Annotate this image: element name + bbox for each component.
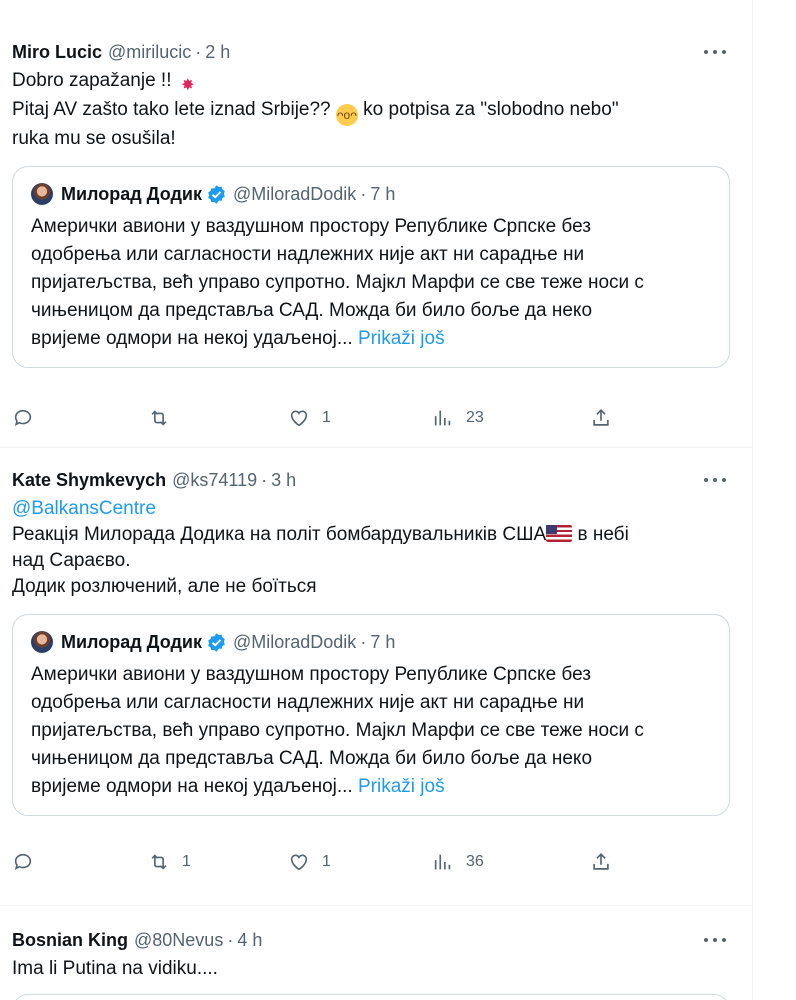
reply-button[interactable] bbox=[12, 407, 34, 429]
repost-icon bbox=[151, 410, 167, 426]
mention-link[interactable]: @BalkansCentre bbox=[12, 496, 740, 522]
quoted-text-line: чињеницом да представља САД. Можда би би… bbox=[31, 300, 593, 321]
tweet-text-line: Реакція Милорада Додика на політ бомбард… bbox=[12, 524, 547, 545]
views-count: 23 bbox=[466, 409, 484, 426]
separator-dot: · bbox=[227, 930, 234, 950]
like-count: 1 bbox=[322, 853, 331, 870]
like-button[interactable]: 1 bbox=[288, 407, 331, 429]
separator-dot: · bbox=[261, 470, 268, 490]
quoted-author-handle: @MiloradDodik bbox=[233, 631, 357, 652]
like-button[interactable]: 1 bbox=[288, 851, 331, 873]
quoted-text-line: пријатељства, већ управо супротно. Мајкл… bbox=[31, 720, 644, 741]
separator-dot: · bbox=[360, 631, 367, 652]
quoted-tweet-text: Амерички авиони у ваздушном простору Реп… bbox=[31, 661, 711, 801]
quoted-author-handle: @MiloradDodik bbox=[233, 183, 357, 204]
author-name[interactable]: Bosnian King bbox=[12, 928, 128, 952]
views-button[interactable]: 36 bbox=[432, 851, 484, 873]
author-name[interactable]: Miro Lucic bbox=[12, 40, 102, 64]
quoted-text-line: Амерички авиони у ваздушном простору Реп… bbox=[31, 216, 591, 237]
quoted-text-line: одобрења или сагласности надлежних није … bbox=[31, 244, 585, 265]
tweet-text-line: ko potpisa za "slobodno nebo" bbox=[357, 99, 619, 120]
tweet-header: Bosnian King @80Nevus · 4 h bbox=[12, 928, 740, 952]
quoted-timestamp: 7 h bbox=[370, 631, 396, 652]
tweet-text-line: Dobro zapažanje !! bbox=[12, 70, 177, 91]
tweet-text-line: ruka mu se osušila! bbox=[12, 128, 176, 149]
author-name[interactable]: Kate Shymkevych bbox=[12, 468, 166, 492]
timestamp[interactable]: 3 h bbox=[271, 468, 296, 492]
repost-button[interactable]: 1 bbox=[148, 851, 191, 873]
author-handle[interactable]: @ks74119 bbox=[172, 468, 257, 492]
heart-icon bbox=[290, 854, 308, 871]
quoted-text-line: вријеме одмори на некој удаљеној... bbox=[31, 328, 358, 349]
reply-icon bbox=[14, 853, 32, 871]
tweet[interactable]: Miro Lucic @mirilucic · 2 h Dobro zapaža… bbox=[0, 0, 752, 448]
show-more-link[interactable]: Prikaži još bbox=[358, 328, 445, 349]
tweet-text-line: Pitaj AV zašto tako lete iznad Srbije?? bbox=[12, 99, 336, 120]
share-button[interactable] bbox=[590, 851, 612, 873]
views-count: 36 bbox=[466, 853, 484, 870]
avatar[interactable] bbox=[31, 631, 53, 653]
repost-icon bbox=[151, 854, 167, 870]
quoted-tweet-text: Амерички авиони у ваздушном простору Реп… bbox=[31, 213, 711, 353]
timestamp[interactable]: 4 h bbox=[237, 928, 262, 952]
more-dots-icon[interactable] bbox=[704, 40, 726, 64]
repost-button[interactable] bbox=[148, 407, 170, 429]
tweet-text-line: Ima li Putina na vidiku.... bbox=[12, 958, 218, 979]
quoted-text-line: Амерички авиони у ваздушном простору Реп… bbox=[31, 664, 591, 685]
more-dots-icon[interactable] bbox=[704, 468, 726, 492]
tweet-text: Ima li Putina na vidiku.... bbox=[12, 956, 740, 982]
views-icon bbox=[434, 854, 451, 870]
quoted-timestamp: 7 h bbox=[370, 183, 396, 204]
verified-badge-icon bbox=[208, 184, 225, 204]
screaming-face-emoji-icon: ᴖoᴖ bbox=[335, 104, 358, 126]
tweet-actions: 1 1 36 bbox=[12, 848, 616, 876]
author-handle[interactable]: @mirilucic bbox=[108, 40, 191, 64]
quoted-author-name: Милорад Додик bbox=[61, 631, 202, 652]
heart-icon bbox=[290, 410, 308, 427]
quoted-author-name: Милорад Додик bbox=[61, 183, 202, 204]
author-handle[interactable]: @80Nevus bbox=[134, 928, 223, 952]
views-button[interactable]: 23 bbox=[432, 407, 484, 429]
quoted-tweet[interactable]: Милорад Додик @MiloradDodik · 7 h Америч… bbox=[12, 614, 730, 816]
quoted-text-line: одобрења или сагласности надлежних није … bbox=[31, 692, 585, 713]
us-flag-emoji-icon bbox=[546, 525, 573, 542]
quoted-tweet-header: Милорад Додик @MiloradDodik · 7 h bbox=[31, 181, 711, 207]
show-more-link[interactable]: Prikaži još bbox=[358, 776, 445, 797]
collision-emoji-icon: ✸ bbox=[181, 77, 195, 94]
quoted-tweet[interactable]: Милорад Додик @MiloradDodik · 7 h Америч… bbox=[12, 166, 730, 368]
quoted-text-line: пријатељства, већ управо супротно. Мајкл… bbox=[31, 272, 644, 293]
views-icon bbox=[434, 410, 451, 426]
tweet-text: Dobro zapažanje !! ✸ Pitaj AV zašto tako… bbox=[12, 68, 740, 152]
tweet[interactable]: Bosnian King @80Nevus · 4 h Ima li Putin… bbox=[0, 906, 752, 1000]
reply-button[interactable] bbox=[12, 851, 34, 873]
tweet-text: @BalkansCentre Реакція Милорада Додика н… bbox=[12, 496, 740, 600]
quoted-text-line: вријеме одмори на некој удаљеној... bbox=[31, 776, 358, 797]
quoted-tweet-header: Милорад Додик @MiloradDodik · 7 h bbox=[31, 629, 711, 655]
more-dots-icon[interactable] bbox=[704, 928, 726, 952]
quoted-tweet[interactable] bbox=[12, 994, 730, 1000]
tweet-text-line: в небі bbox=[572, 524, 629, 545]
avatar[interactable] bbox=[31, 183, 53, 205]
tweet[interactable]: Kate Shymkevych @ks74119 · 3 h @BalkansC… bbox=[0, 448, 752, 906]
tweet-actions: 1 23 bbox=[12, 404, 616, 432]
tweet-text-line: Додик розлючений, але не боїться bbox=[12, 576, 317, 597]
share-button[interactable] bbox=[590, 407, 612, 429]
tweet-header: Kate Shymkevych @ks74119 · 3 h bbox=[12, 468, 740, 492]
reply-icon bbox=[14, 409, 32, 427]
separator-dot: · bbox=[195, 42, 202, 62]
repost-count: 1 bbox=[182, 853, 191, 870]
separator-dot: · bbox=[360, 183, 367, 204]
verified-badge-icon bbox=[208, 632, 225, 652]
tweet-text-line: над Сараєво. bbox=[12, 550, 131, 571]
share-icon bbox=[593, 853, 609, 870]
timestamp[interactable]: 2 h bbox=[205, 40, 230, 64]
share-icon bbox=[593, 409, 609, 426]
timeline-feed: Miro Lucic @mirilucic · 2 h Dobro zapaža… bbox=[0, 0, 753, 1000]
quoted-text-line: чињеницом да представља САД. Можда би би… bbox=[31, 748, 593, 769]
like-count: 1 bbox=[322, 409, 331, 426]
tweet-header: Miro Lucic @mirilucic · 2 h bbox=[12, 40, 740, 64]
